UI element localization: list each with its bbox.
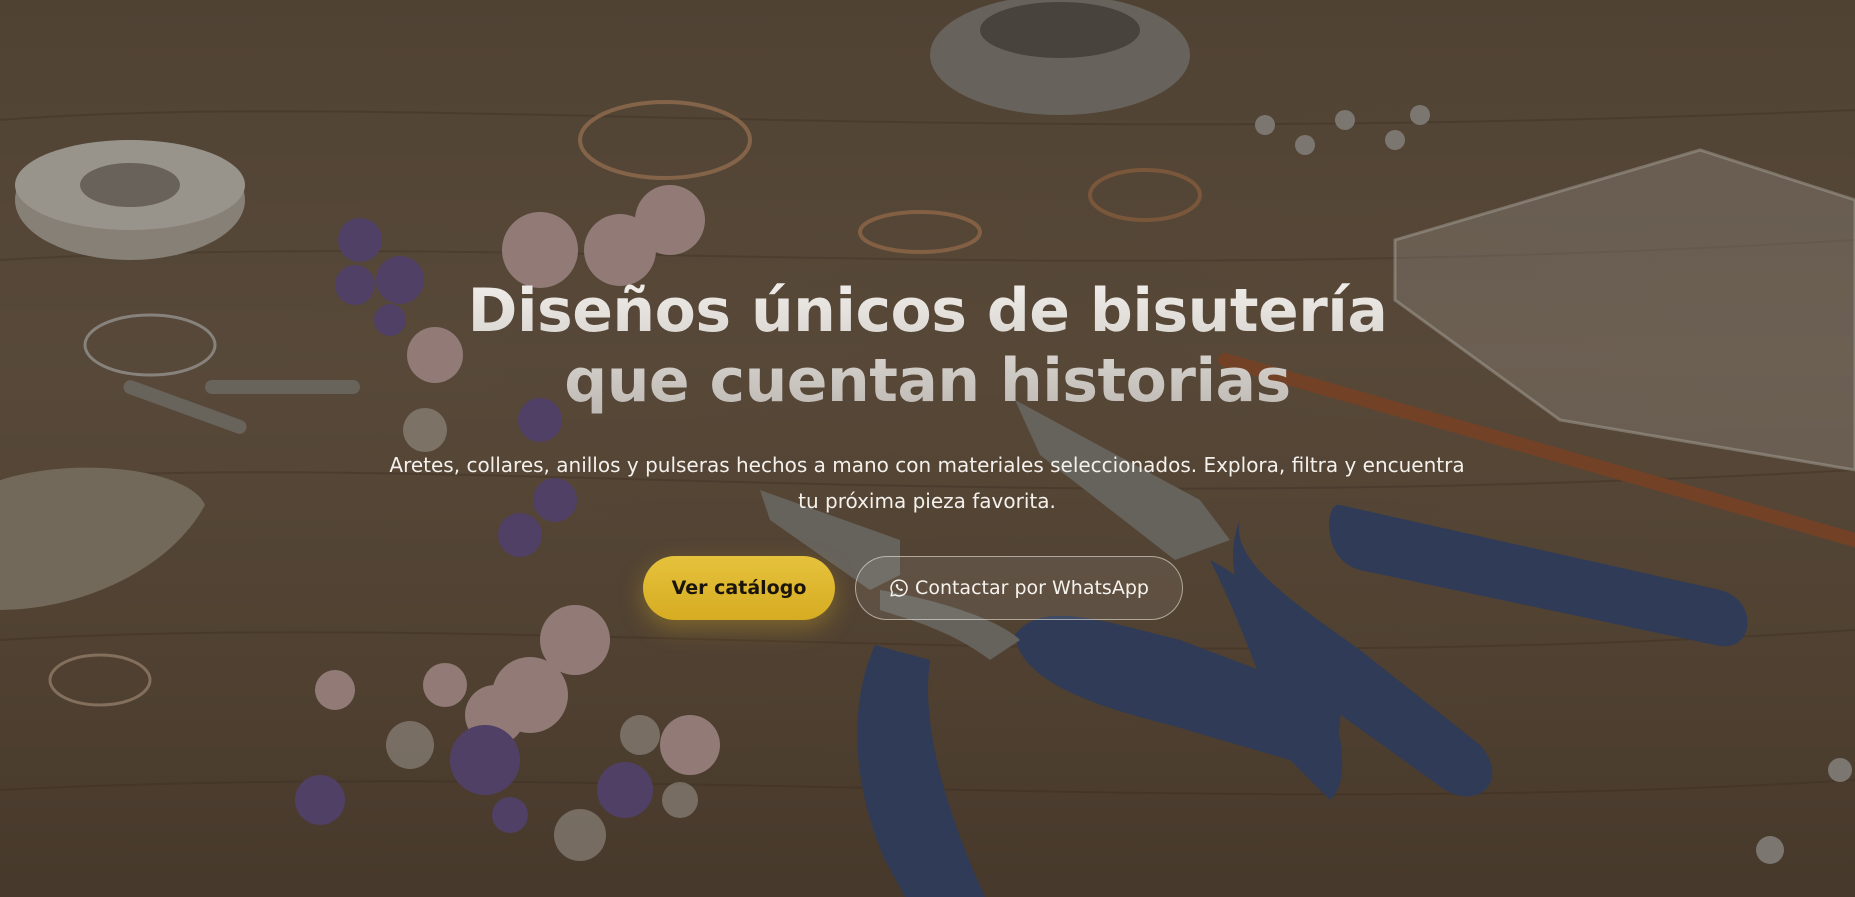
hero-title-line-2: que cuentan historias xyxy=(564,346,1291,416)
whatsapp-contact-button-label: Contactar por WhatsApp xyxy=(915,577,1149,599)
hero-section: Diseños únicos de bisutería que cuentan … xyxy=(0,0,1855,897)
hero-content: Diseños únicos de bisutería que cuentan … xyxy=(0,0,1855,897)
view-catalog-button-label: Ver catálogo xyxy=(671,577,807,599)
hero-subtitle: Aretes, collares, anillos y pulseras hec… xyxy=(389,453,1465,513)
hero-title: Diseños únicos de bisutería que cuentan … xyxy=(0,276,1855,416)
whatsapp-contact-button[interactable]: Contactar por WhatsApp xyxy=(855,556,1183,620)
view-catalog-button[interactable]: Ver catálogo xyxy=(643,556,835,620)
whatsapp-icon xyxy=(889,578,909,598)
hero-title-line-1: Diseños únicos de bisutería xyxy=(467,276,1388,346)
